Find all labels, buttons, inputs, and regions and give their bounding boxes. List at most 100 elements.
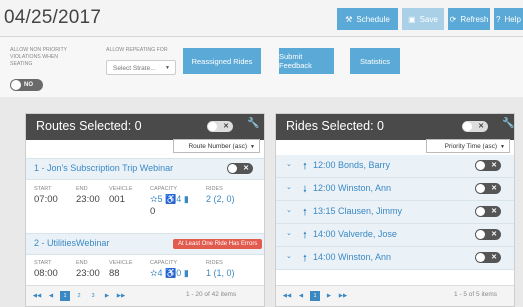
prev-page-icon[interactable]: ◀ — [46, 291, 56, 301]
prev-page-icon[interactable]: ◀ — [296, 291, 306, 301]
walker-icon: ✫ — [150, 194, 158, 204]
routes-pager: ◀◀ ◀ 1 2 3 ▶ ▶▶ 1 - 20 of 42 items — [26, 285, 264, 306]
chevron-down-icon[interactable]: ⌄ — [286, 229, 292, 237]
vehicle-label: VEHICLE — [109, 260, 133, 266]
help-button[interactable]: ? Help — [494, 8, 523, 30]
route-card-title[interactable]: 1 - Jon's Subscription Trip Webinar ✕ — [26, 158, 264, 180]
ride-toggle[interactable]: ✕ — [475, 252, 501, 263]
submit-feedback-button[interactable]: Submit Feedback — [279, 48, 334, 74]
caret-down-icon: ▼ — [250, 144, 255, 150]
toggle-text: NO — [24, 82, 33, 88]
chevron-down-icon[interactable]: ⌄ — [286, 183, 292, 191]
vehicle-label: VEHICLE — [109, 186, 133, 192]
walker-icon: ✫ — [150, 268, 158, 278]
statistics-button[interactable]: Statistics — [350, 48, 400, 74]
ride-text: 13:15 Clausen, Jimmy — [313, 206, 403, 216]
next-page-icon[interactable]: ▶ — [102, 291, 112, 301]
route-capacity-extra: 0 — [150, 206, 156, 217]
strategy-select[interactable]: Select Strate... ▼ — [106, 60, 176, 75]
route-toggle[interactable]: ✕ — [227, 163, 253, 174]
ride-row[interactable]: ⌄ 🠕 14:00 Winston, Ann ✕ — [276, 247, 514, 270]
nonpriority-toggle[interactable]: NO — [10, 79, 43, 91]
caret-down-icon: ▼ — [165, 65, 170, 71]
save-button[interactable]: ▣ Save — [402, 8, 444, 30]
nonpriority-label: ALLOW NON PRIORITY VIOLATIONS WHEN SEATI… — [10, 47, 68, 67]
close-icon: ✕ — [491, 254, 497, 261]
last-page-icon[interactable]: ▶▶ — [338, 291, 348, 301]
schedule-button[interactable]: ⚒ Schedule — [337, 8, 398, 30]
rides-label: RIDES — [206, 186, 223, 192]
arrow-up-icon: 🠕 — [303, 161, 307, 171]
toggle-knob — [228, 164, 237, 173]
toggle-knob — [208, 122, 217, 131]
chevron-down-icon[interactable]: ⌄ — [286, 252, 292, 260]
caret-down-icon: ▼ — [500, 144, 505, 150]
arrow-up-icon: 🠕 — [303, 230, 307, 240]
ride-toggle[interactable]: ✕ — [475, 206, 501, 217]
page-number[interactable]: 1 — [310, 291, 320, 301]
route-card-title[interactable]: 2 - UtilitiesWebinar At Least One Ride H… — [26, 233, 264, 255]
end-label: END — [76, 186, 88, 192]
ride-row[interactable]: ⌄ 🠗 12:00 Winston, Ann ✕ — [276, 178, 514, 201]
rides-sort-select[interactable]: Priority Time (asc) ▼ — [426, 139, 510, 153]
ride-row[interactable]: ⌄ 🠕 12:00 Bonds, Barry ✕ — [276, 155, 514, 178]
wrench-icon[interactable]: 🔧 — [247, 118, 259, 129]
toggle-knob — [476, 207, 485, 216]
first-page-icon[interactable]: ◀◀ — [32, 291, 42, 301]
ride-row[interactable]: ⌄ 🠕 13:15 Clausen, Jimmy ✕ — [276, 201, 514, 224]
error-badge: At Least One Ride Has Errors — [173, 239, 263, 249]
wrench-icon[interactable]: 🔧 — [502, 118, 514, 129]
routes-sort-select[interactable]: Route Number (asc) ▼ — [173, 139, 260, 153]
toggle-knob — [463, 122, 472, 131]
wheelchair-icon: ♿ — [165, 268, 177, 278]
route-start: 08:00 — [34, 268, 58, 279]
ride-toggle[interactable]: ✕ — [475, 229, 501, 240]
start-label: START — [34, 186, 52, 192]
close-icon: ✕ — [491, 185, 497, 192]
arrow-up-icon: 🠕 — [303, 253, 307, 263]
page-number[interactable]: 1 — [60, 291, 70, 301]
ride-toggle[interactable]: ✕ — [475, 160, 501, 171]
ride-toggle[interactable]: ✕ — [475, 183, 501, 194]
last-page-icon[interactable]: ▶▶ — [116, 291, 126, 301]
seat-icon: ▮ — [183, 194, 189, 204]
repeating-label: ALLOW REPEATING FOR — [106, 47, 168, 53]
reassigned-rides-button[interactable]: Reassigned Rides — [183, 48, 261, 74]
routes-select-all-toggle[interactable]: ✕ — [207, 121, 233, 132]
close-icon: ✕ — [478, 123, 484, 130]
next-page-icon[interactable]: ▶ — [324, 291, 334, 301]
route-end: 23:00 — [76, 194, 100, 205]
toggle-knob — [476, 184, 485, 193]
route-name: 1 - Jon's Subscription Trip Webinar — [34, 163, 174, 173]
routes-panel: Routes Selected: 0 ✕ 🔧 Route Number (asc… — [25, 113, 265, 307]
schedule-button-label: Schedule — [356, 14, 390, 24]
start-label: START — [34, 260, 52, 266]
route-capacity: ✫4 ♿0 ▮ — [150, 268, 189, 278]
routes-panel-title: Routes Selected: 0 — [36, 119, 142, 133]
rides-pager: ◀◀ ◀ 1 ▶ ▶▶ 1 - 5 of 5 items — [276, 285, 514, 306]
page-number[interactable]: 2 — [74, 291, 84, 301]
end-label: END — [76, 260, 88, 266]
close-icon: ✕ — [491, 208, 497, 215]
close-icon: ✕ — [243, 165, 249, 172]
toggle-knob — [476, 253, 485, 262]
route-end: 23:00 — [76, 268, 100, 279]
page-number[interactable]: 3 — [88, 291, 98, 301]
first-page-icon[interactable]: ◀◀ — [282, 291, 292, 301]
routes-sort-value: Route Number (asc) — [188, 143, 247, 150]
schedule-date: 04/25/2017 — [4, 7, 102, 28]
chevron-down-icon[interactable]: ⌄ — [286, 206, 292, 214]
rides-panel: Rides Selected: 0 ✕ 🔧 Priority Time (asc… — [275, 113, 515, 307]
save-button-label: Save — [419, 14, 438, 24]
route-name: 2 - UtilitiesWebinar — [34, 238, 110, 248]
routes-pager-info: 1 - 20 of 42 items — [186, 291, 237, 298]
ride-text: 14:00 Winston, Ann — [313, 252, 392, 262]
refresh-button[interactable]: ⟳ Refresh — [448, 8, 490, 30]
route-rides: 2 (2, 0) — [206, 194, 235, 204]
arrow-up-icon: 🠕 — [303, 207, 307, 217]
chevron-down-icon[interactable]: ⌄ — [286, 160, 292, 168]
help-button-label: Help — [504, 14, 521, 24]
routes-panel-header: Routes Selected: 0 ✕ 🔧 — [26, 114, 264, 140]
ride-row[interactable]: ⌄ 🠕 14:00 Valverde, Jose ✕ — [276, 224, 514, 247]
rides-select-all-toggle[interactable]: ✕ — [462, 121, 488, 132]
